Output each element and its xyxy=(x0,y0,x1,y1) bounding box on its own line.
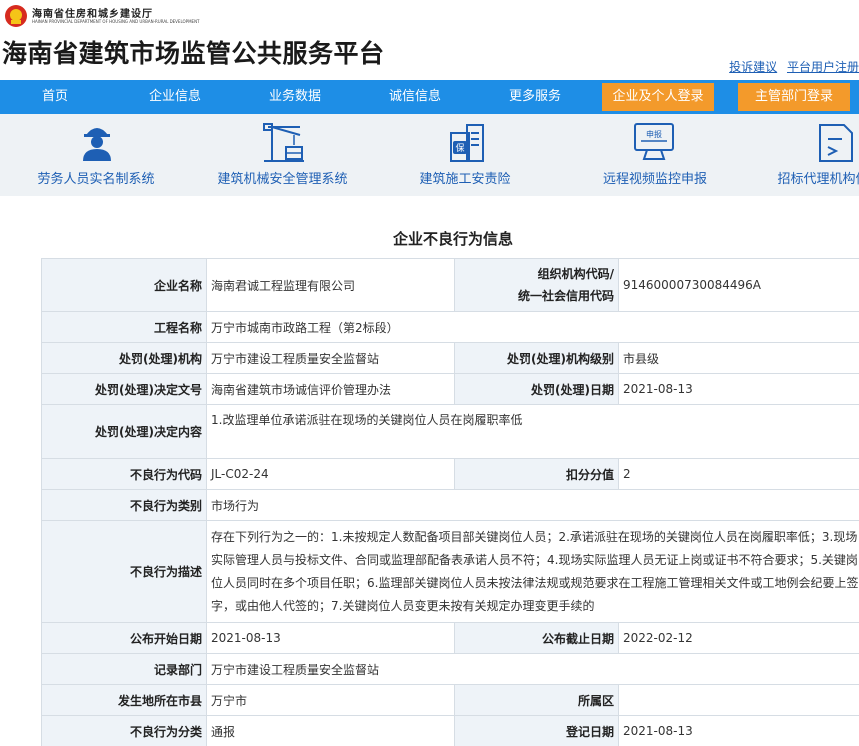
publish-start-value: 2021-08-13 xyxy=(206,622,455,654)
org-code-label-line2: 统一社会信用代码 xyxy=(517,289,614,303)
table-row: 公布开始日期 2021-08-13 公布截止日期 2022-02-12 xyxy=(41,622,859,654)
penalty-date-value: 2021-08-13 xyxy=(618,373,859,405)
register-date-label: 登记日期 xyxy=(454,715,619,746)
system-label: 建筑机械安全管理系统 xyxy=(217,172,348,187)
nav-item-business-data[interactable]: 业务数据 xyxy=(260,80,330,114)
nav-item-credit[interactable]: 诚信信息 xyxy=(380,80,450,114)
deduct-score-label: 扣分分值 xyxy=(454,458,619,490)
behavior-code-label: 不良行为代码 xyxy=(41,458,207,490)
top-links: 投诉建议 平台用户注册 xyxy=(723,58,859,75)
behavior-category-value: 市场行为 xyxy=(206,489,859,521)
worker-icon xyxy=(83,128,111,161)
project-name-value: 万宁市城南市政路工程（第2标段） xyxy=(206,311,859,343)
system-construction-insurance[interactable]: 保 建筑施工安责险 xyxy=(405,114,525,196)
table-row: 处罚(处理)机构 万宁市建设工程质量安全监督站 处罚(处理)机构级别 市县级 xyxy=(41,342,859,374)
main-nav: 首页 企业信息 业务数据 诚信信息 更多服务 企业及个人登录 主管部门登录 xyxy=(0,80,859,114)
system-shortcuts: 劳务人员实名制系统 建筑机械安全管理系统 保 建筑施工安责险 申报 远程视频监控… xyxy=(0,114,859,196)
behavior-type-label: 不良行为分类 xyxy=(41,715,207,746)
penalty-date-label: 处罚(处理)日期 xyxy=(454,373,619,405)
decision-content-value: 1.改监理单位承诺派驻在现场的关键岗位人员在岗履职率低 xyxy=(206,404,859,459)
decision-no-label: 处罚(处理)决定文号 xyxy=(41,373,207,405)
crane-icon xyxy=(263,123,304,162)
district-value xyxy=(618,684,859,716)
table-row: 企业名称 海南君诚工程监理有限公司 组织机构代码/ 统一社会信用代码 91460… xyxy=(41,258,859,312)
register-date-value: 2021-08-13 xyxy=(618,715,859,746)
table-row: 不良行为类别 市场行为 xyxy=(41,489,859,521)
table-row: 发生地所在市县 万宁市 所属区 xyxy=(41,684,859,716)
national-emblem-icon xyxy=(5,5,27,27)
district-label: 所属区 xyxy=(454,684,619,716)
org-code-value: 91460000730084496A xyxy=(618,258,859,312)
register-link[interactable]: 平台用户注册 xyxy=(787,60,859,74)
site-header: 海南省住房和城乡建设厅 HAINAN PROVINCIAL DEPARTMENT… xyxy=(0,0,859,80)
system-label: 建筑施工安责险 xyxy=(419,172,511,187)
enterprise-name-label: 企业名称 xyxy=(41,258,207,312)
city-label: 发生地所在市县 xyxy=(41,684,207,716)
deduct-score-value: 2 xyxy=(618,458,859,490)
enterprise-login-button[interactable]: 企业及个人登录 xyxy=(602,83,714,111)
behavior-description-value: 存在下列行为之一的：1.未按规定人数配备项目部关键岗位人员；2.承诺派驻在现场的… xyxy=(206,520,859,623)
org-code-label: 组织机构代码/ 统一社会信用代码 xyxy=(454,258,619,312)
penalty-org-value: 万宁市建设工程质量安全监督站 xyxy=(206,342,455,374)
insurance-icon-text: 保 xyxy=(455,142,464,154)
penalty-org-label: 处罚(处理)机构 xyxy=(41,342,207,374)
record-dept-value: 万宁市建设工程质量安全监督站 xyxy=(206,653,859,685)
monitor-icon-text: 申报 xyxy=(646,129,662,139)
system-machinery-safety[interactable]: 建筑机械安全管理系统 xyxy=(210,114,355,196)
system-label: 劳务人员实名制系统 xyxy=(37,172,155,187)
publish-start-label: 公布开始日期 xyxy=(41,622,207,654)
admin-login-button[interactable]: 主管部门登录 xyxy=(738,83,850,111)
system-tender-agency[interactable]: 招标代理机构信 xyxy=(768,114,859,196)
behavior-code-value: JL-C02-24 xyxy=(206,458,455,490)
nav-item-home[interactable]: 首页 xyxy=(22,80,88,114)
behavior-type-value: 通报 xyxy=(206,715,455,746)
penalty-level-label: 处罚(处理)机构级别 xyxy=(454,342,619,374)
behavior-category-label: 不良行为类别 xyxy=(41,489,207,521)
table-row: 不良行为描述 存在下列行为之一的：1.未按规定人数配备项目部关键岗位人员；2.承… xyxy=(41,520,859,623)
document-icon xyxy=(819,124,853,162)
decision-content-label: 处罚(处理)决定内容 xyxy=(41,404,207,459)
system-label: 招标代理机构信 xyxy=(777,172,859,187)
system-label: 远程视频监控申报 xyxy=(602,172,707,187)
monitor-icon: 申报 xyxy=(634,123,674,160)
table-row: 工程名称 万宁市城南市政路工程（第2标段） xyxy=(41,311,859,343)
project-name-label: 工程名称 xyxy=(41,311,207,343)
insurance-icon: 保 xyxy=(450,124,484,162)
department-english-name: HAINAN PROVINCIAL DEPARTMENT OF HOUSING … xyxy=(32,19,200,24)
decision-no-value: 海南省建筑市场诚信评价管理办法 xyxy=(206,373,455,405)
enterprise-name-value: 海南君诚工程监理有限公司 xyxy=(206,258,455,312)
bad-behavior-table: 企业名称 海南君诚工程监理有限公司 组织机构代码/ 统一社会信用代码 91460… xyxy=(41,258,859,746)
table-row: 记录部门 万宁市建设工程质量安全监督站 xyxy=(41,653,859,685)
table-row: 不良行为代码 JL-C02-24 扣分分值 2 xyxy=(41,458,859,490)
nav-item-more[interactable]: 更多服务 xyxy=(500,80,570,114)
site-title: 海南省建筑市场监管公共服务平台 xyxy=(2,39,385,68)
system-video-monitor[interactable]: 申报 远程视频监控申报 xyxy=(593,114,717,196)
table-row: 不良行为分类 通报 登记日期 2021-08-13 xyxy=(41,715,859,746)
system-worker-realname[interactable]: 劳务人员实名制系统 xyxy=(28,114,164,196)
city-value: 万宁市 xyxy=(206,684,455,716)
behavior-description-label: 不良行为描述 xyxy=(41,520,207,623)
department-name: 海南省住房和城乡建设厅 xyxy=(32,9,153,20)
complaint-link[interactable]: 投诉建议 xyxy=(729,60,777,74)
penalty-level-value: 市县级 xyxy=(618,342,859,374)
nav-item-enterprise[interactable]: 企业信息 xyxy=(140,80,210,114)
publish-end-label: 公布截止日期 xyxy=(454,622,619,654)
record-dept-label: 记录部门 xyxy=(41,653,207,685)
table-row: 处罚(处理)决定文号 海南省建筑市场诚信评价管理办法 处罚(处理)日期 2021… xyxy=(41,373,859,405)
org-code-label-line1: 组织机构代码/ xyxy=(537,267,614,281)
publish-end-value: 2022-02-12 xyxy=(618,622,859,654)
table-row: 处罚(处理)决定内容 1.改监理单位承诺派驻在现场的关键岗位人员在岗履职率低 xyxy=(41,404,859,459)
page-title: 企业不良行为信息 xyxy=(392,230,513,248)
